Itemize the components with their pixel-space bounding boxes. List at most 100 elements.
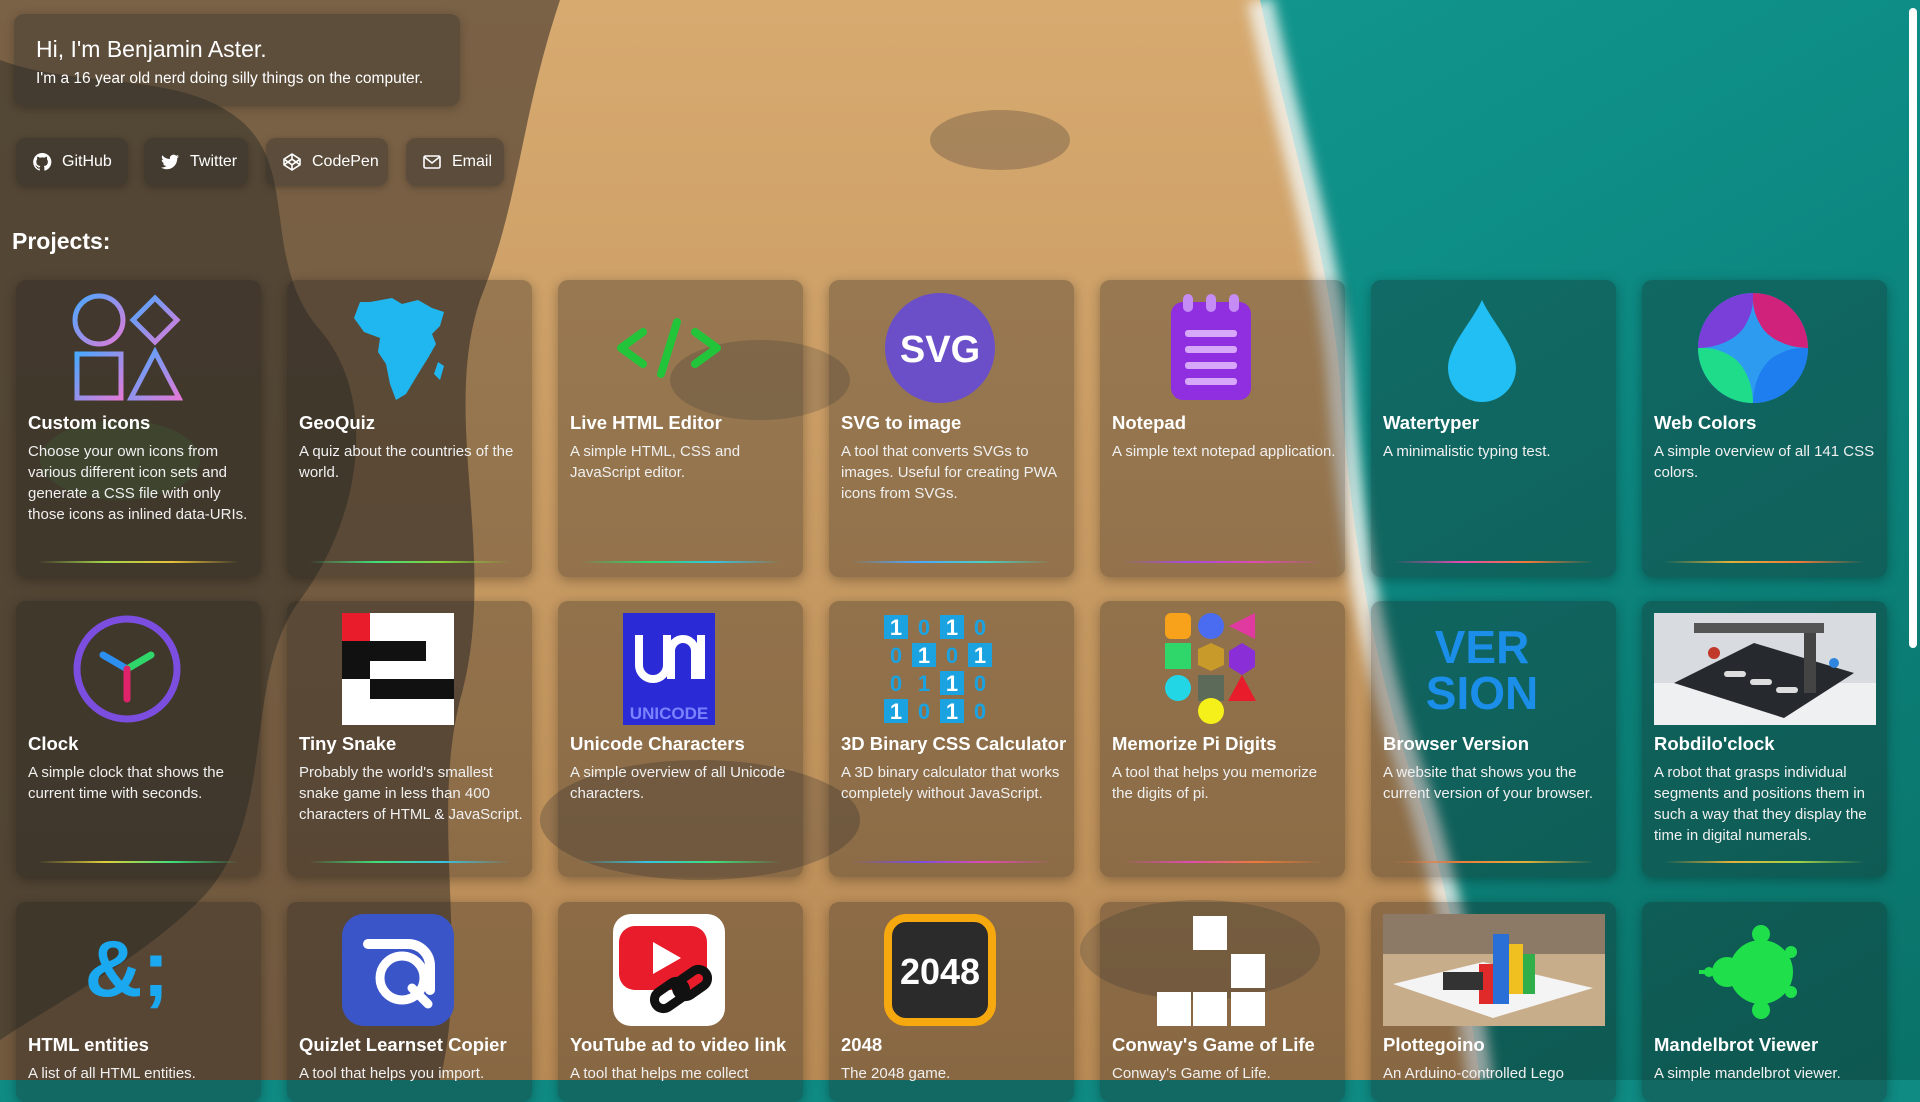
project-description: A website that shows you the current ver…	[1383, 764, 1594, 802]
2048-tile-text: 2048	[900, 951, 980, 992]
project-description: A simple text notepad application.	[1112, 443, 1336, 460]
card-accent-line	[851, 561, 1052, 563]
project-description: A tool that helps you import.	[299, 1065, 485, 1082]
svg-text:0: 0	[890, 671, 902, 696]
glider-icon	[1155, 914, 1267, 1026]
twitter-link[interactable]: Twitter	[144, 138, 248, 186]
codepen-label: CodePen	[312, 153, 379, 170]
card-accent-line	[580, 561, 781, 563]
card-accent-line	[309, 561, 510, 563]
project-card-memorize-pi-digits[interactable]: Memorize Pi Digits A tool that helps you…	[1100, 601, 1345, 877]
svg-badge-icon: SVG	[884, 292, 996, 404]
email-label: Email	[452, 153, 493, 170]
projects-grid: Custom icons Choose your own icons from …	[16, 280, 1896, 1102]
quizlet-icon	[342, 914, 454, 1026]
robot-photo-icon	[1654, 613, 1876, 725]
project-title: Mandelbrot Viewer	[1654, 1034, 1819, 1055]
project-description: A simple mandelbrot viewer.	[1654, 1065, 1841, 1082]
card-accent-line	[309, 861, 510, 863]
project-title: Notepad	[1112, 412, 1186, 433]
entity-text: &;	[85, 924, 169, 1013]
svg-text:1: 1	[946, 615, 958, 640]
mandelbrot-icon	[1697, 914, 1809, 1026]
project-card-live-html-editor[interactable]: Live HTML Editor A simple HTML, CSS and …	[558, 280, 803, 577]
scrollbar-thumb[interactable]	[1909, 8, 1917, 648]
lego-plotter-photo-icon	[1383, 914, 1605, 1026]
project-card-browser-version[interactable]: VER SION Browser Version A website that s…	[1371, 601, 1616, 877]
project-description: The 2048 game.	[841, 1065, 951, 1082]
project-card-svg-to-image[interactable]: SVG SVG to image A tool that converts SV…	[829, 280, 1074, 577]
project-card-3d-binary-css-calculator[interactable]: 1111111 000001000 3D Binary CSS Calculat…	[829, 601, 1074, 877]
svg-text:SION: SION	[1426, 667, 1538, 719]
project-title: SVG to image	[841, 412, 962, 433]
page-scrollbar[interactable]	[1906, 0, 1920, 1080]
project-title: Robdilo'clock	[1654, 733, 1775, 754]
project-card-html-entities[interactable]: &; HTML entities A list of all HTML enti…	[16, 902, 261, 1102]
github-label: GitHub	[62, 153, 112, 170]
svg-text:0: 0	[890, 643, 902, 668]
project-card-unicode-characters[interactable]: UNICODE Unicode Characters A simple over…	[558, 601, 803, 877]
twitter-label: Twitter	[190, 153, 238, 170]
codepen-link[interactable]: CodePen	[266, 138, 388, 186]
card-accent-line	[1664, 561, 1865, 563]
svg-text:1: 1	[946, 699, 958, 724]
project-title: HTML entities	[28, 1034, 149, 1055]
intro-heading: Hi, I'm Benjamin Aster.	[36, 36, 267, 62]
project-description: A tool that helps you memorize the digit…	[1112, 764, 1318, 802]
code-brackets-icon	[613, 292, 725, 404]
email-link[interactable]: Email	[406, 138, 504, 186]
project-card-custom-icons[interactable]: Custom icons Choose your own icons from …	[16, 280, 261, 577]
github-icon	[32, 152, 52, 172]
svg-text:0: 0	[974, 615, 986, 640]
africa-map-icon	[342, 292, 454, 404]
project-card-watertyper[interactable]: Watertyper A minimalistic typing test.	[1371, 280, 1616, 577]
card-accent-line	[1122, 861, 1323, 863]
project-card-plottegoino[interactable]: Plottegoino An Arduino-controlled Lego	[1371, 902, 1616, 1102]
card-accent-line	[1393, 561, 1594, 563]
projects-heading: Projects:	[12, 228, 111, 254]
svg-text:1: 1	[890, 615, 902, 640]
color-shapes-icon	[1155, 613, 1267, 725]
project-card-tiny-snake[interactable]: Tiny Snake Probably the world's smallest…	[287, 601, 532, 877]
project-title: Memorize Pi Digits	[1112, 733, 1277, 754]
intro-tagline: I'm a 16 year old nerd doing silly thing…	[36, 70, 424, 87]
project-title: Clock	[28, 733, 79, 754]
svg-text:0: 0	[946, 643, 958, 668]
project-card-quizlet-learnset-copier[interactable]: Quizlet Learnset Copier A tool that help…	[287, 902, 532, 1102]
project-card-notepad[interactable]: Notepad A simple text notepad applicatio…	[1100, 280, 1345, 577]
card-accent-line	[1393, 861, 1594, 863]
unicode-logo-text: UNICODE	[630, 704, 708, 723]
project-description: A quiz about the countries of the world.	[299, 443, 514, 481]
project-card-youtube-ad-to-video-link[interactable]: YouTube ad to video link A tool that hel…	[558, 902, 803, 1102]
project-description: A simple clock that shows the current ti…	[28, 764, 224, 802]
project-title: Live HTML Editor	[570, 412, 722, 433]
github-link[interactable]: GitHub	[16, 138, 128, 186]
project-description: Conway's Game of Life.	[1112, 1065, 1271, 1082]
project-card-robdiloclock[interactable]: Robdilo'clock A robot that grasps indivi…	[1642, 601, 1887, 877]
project-title: YouTube ad to video link	[570, 1034, 787, 1055]
project-card-geoquiz[interactable]: GeoQuiz A quiz about the countries of th…	[287, 280, 532, 577]
color-star-icon	[1697, 292, 1809, 404]
project-card-mandelbrot-viewer[interactable]: Mandelbrot Viewer A simple mandelbrot vi…	[1642, 902, 1887, 1102]
project-title: Conway's Game of Life	[1112, 1034, 1315, 1055]
project-title: Unicode Characters	[570, 733, 745, 754]
binary-grid-icon: 1111111 000001000	[884, 613, 996, 725]
project-title: GeoQuiz	[299, 412, 376, 433]
project-card-web-colors[interactable]: Web Colors A simple overview of all 141 …	[1642, 280, 1887, 577]
codepen-icon	[282, 152, 302, 172]
project-card-clock[interactable]: Clock A simple clock that shows the curr…	[16, 601, 261, 877]
svg-text:0: 0	[974, 699, 986, 724]
project-title: Watertyper	[1383, 412, 1479, 433]
card-accent-line	[38, 561, 239, 563]
svg-text:0: 0	[918, 699, 930, 724]
svg-text:0: 0	[918, 615, 930, 640]
project-card-2048[interactable]: 2048 2048 The 2048 game.	[829, 902, 1074, 1102]
card-accent-line	[1122, 561, 1323, 563]
card-accent-line	[851, 861, 1052, 863]
project-description: A 3D binary calculator that works comple…	[841, 764, 1060, 802]
project-card-conways-game-of-life[interactable]: Conway's Game of Life Conway's Game of L…	[1100, 902, 1345, 1102]
page: Hi, I'm Benjamin Aster. I'm a 16 year ol…	[0, 0, 1920, 1102]
2048-tile-icon: 2048	[884, 914, 996, 1026]
twitter-icon	[160, 152, 180, 172]
snake-icon	[342, 613, 454, 725]
